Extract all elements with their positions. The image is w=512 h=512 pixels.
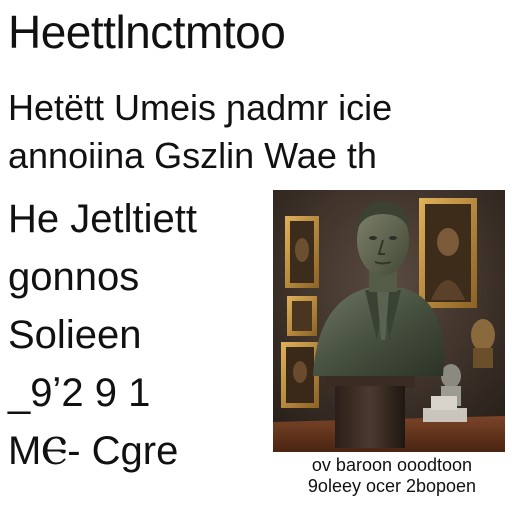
bust-photo xyxy=(273,190,505,452)
caption-line-2: 9oleey ocer 2bopoen xyxy=(307,476,477,496)
caption-line-1: ov baroon ooodtoon xyxy=(311,455,473,475)
left-line: MⲈ- Cgre xyxy=(8,429,179,473)
left-line: He Jetltiett xyxy=(8,197,197,241)
image-caption: ov baroon ooodtoon 9oleey ocer 2bopoen xyxy=(274,455,510,497)
left-line: _9ʼ2 9 1 xyxy=(8,371,151,415)
left-line: Solieen xyxy=(8,313,142,357)
bust-illustration xyxy=(273,190,505,452)
painting-frame xyxy=(419,198,477,308)
left-line: gonnos xyxy=(8,255,140,299)
pedestal xyxy=(325,374,415,448)
subtitle-line-2: annoiina Gszlin Wae th xyxy=(8,135,377,176)
subtitle-line-1: Hetëtt Umeis ɲadmr icie xyxy=(8,87,393,128)
painting-frame xyxy=(287,296,317,336)
page-title: Heettlnctmtoo xyxy=(8,6,286,58)
vase xyxy=(471,319,495,368)
painting-frame xyxy=(285,216,319,288)
left-text-block: He Jetltiett gonnos Solieen _9ʼ2 9 1 MⲈ-… xyxy=(8,190,270,480)
